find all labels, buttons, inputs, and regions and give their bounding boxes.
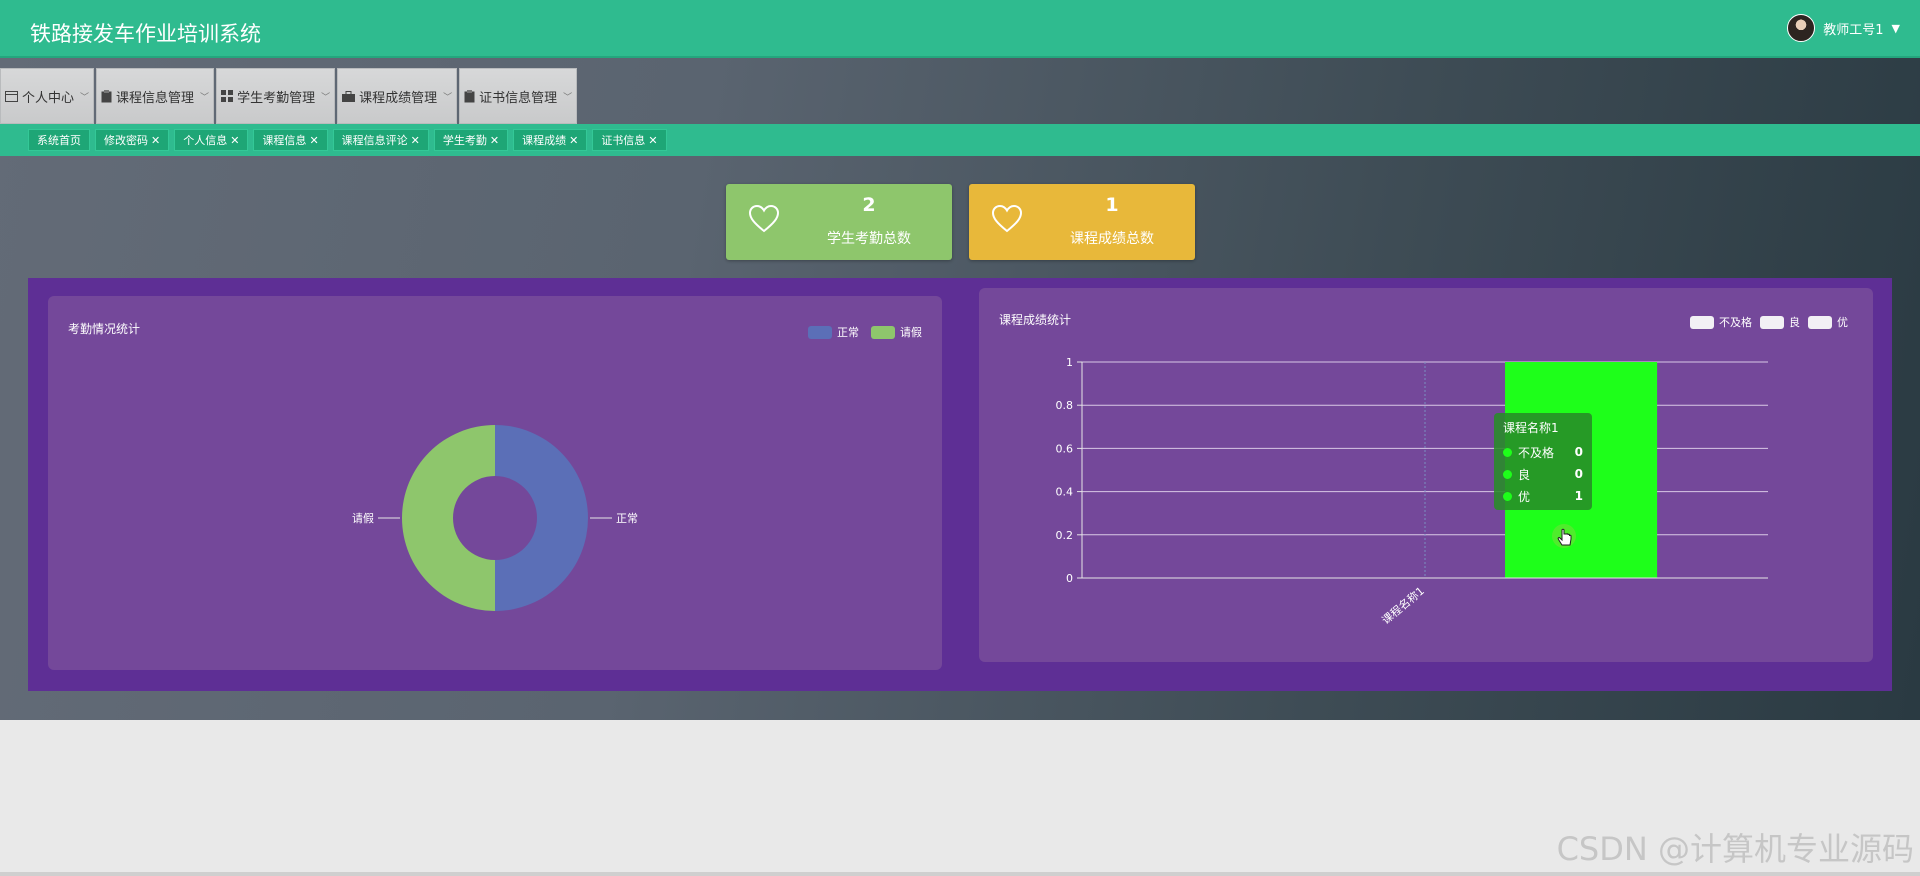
legend-item[interactable]: 请假 — [871, 324, 922, 340]
legend-item[interactable]: 不及格 — [1690, 314, 1752, 330]
app-title: 铁路接发车作业培训系统 — [30, 22, 261, 46]
tooltip-value: 1 — [1574, 489, 1583, 503]
caret-down-icon[interactable]: ▼ — [1892, 22, 1900, 35]
tab-label: 个人信息 — [183, 134, 228, 147]
stat-card-attendance[interactable]: 2 学生考勤总数 — [726, 184, 952, 260]
briefcase-icon — [342, 90, 356, 102]
legend-item[interactable]: 良 — [1760, 314, 1800, 330]
tab-label: 修改密码 — [104, 134, 148, 147]
tooltip-row: 优1 — [1503, 485, 1583, 507]
chevron-down-icon: ﹀ — [443, 92, 453, 103]
legend-label: 良 — [1789, 316, 1800, 329]
attendance-chart-panel — [48, 296, 942, 670]
tooltip-row: 不及格 0 — [1503, 441, 1583, 463]
attendance-legend: 正常 请假 — [808, 324, 922, 340]
legend-item[interactable]: 优 — [1808, 314, 1848, 330]
watermark: CSDN @计算机专业源码 — [1556, 830, 1914, 868]
heart-icon — [748, 204, 780, 233]
menu-personal-center[interactable]: 个人中心 ﹀ — [0, 68, 95, 124]
tab-bar: 系统首页 修改密码 ✕ 个人信息 ✕ 课程信息 ✕ 课程信息评论 ✕ 学生考勤 ✕ 课程成… — [0, 124, 1920, 156]
chevron-down-icon: ﹀ — [200, 92, 210, 103]
tooltip-series-name: 良 — [1518, 467, 1531, 482]
calendar-icon — [5, 91, 18, 102]
tab-course-comments[interactable]: 课程信息评论 ✕ — [332, 129, 429, 151]
close-icon[interactable]: ✕ — [411, 134, 420, 147]
tooltip-value: 0 — [1574, 445, 1583, 459]
tab-personal-info[interactable]: 个人信息 ✕ — [174, 129, 249, 151]
chevron-down-icon: ﹀ — [321, 92, 331, 103]
menu-label: 学生考勤管理 — [237, 90, 316, 106]
chevron-down-icon: ﹀ — [80, 92, 90, 103]
clipboard-icon — [464, 89, 475, 102]
close-icon[interactable]: ✕ — [230, 134, 239, 147]
menu-attendance[interactable]: 学生考勤管理 ﹀ — [216, 68, 336, 124]
legend-swatch — [871, 325, 895, 339]
tooltip-series-name: 不及格 — [1518, 445, 1555, 460]
menu-label: 课程成绩管理 — [359, 90, 438, 106]
series-dot — [1503, 491, 1512, 501]
menu-label: 课程信息管理 — [116, 90, 195, 106]
close-icon[interactable]: ✕ — [151, 134, 160, 147]
grades-legend: 不及格 良 优 — [1690, 314, 1848, 330]
legend-swatch — [1760, 315, 1784, 329]
menu-label: 个人中心 — [22, 90, 75, 106]
stat-label: 学生考勤总数 — [827, 231, 911, 247]
menu-certificates[interactable]: 证书信息管理 ﹀ — [459, 68, 578, 124]
grades-chart-panel — [979, 288, 1873, 662]
tab-label: 课程信息评论 — [341, 134, 408, 147]
tab-attendance[interactable]: 学生考勤 ✕ — [433, 129, 509, 151]
chevron-down-icon: ﹀ — [563, 92, 573, 103]
close-icon[interactable]: ✕ — [309, 134, 318, 147]
avatar[interactable] — [1787, 14, 1816, 42]
tooltip-row: 良0 — [1503, 463, 1583, 485]
top-header: 铁路接发车作业培训系统 教师工号1 ▼ — [0, 0, 1920, 58]
main-menu: 个人中心 ﹀ 课程信息管理 ﹀ 学生考勤管理 ﹀ 课程成绩管理 ﹀ 证书信息管理… — [0, 68, 579, 124]
hand-cursor-icon — [1552, 524, 1576, 548]
clipboard-icon — [101, 89, 112, 102]
chart-tooltip: 课程名称1 不及格 0 良0 优1 — [1494, 413, 1592, 510]
tab-course-info[interactable]: 课程信息 ✕ — [253, 129, 328, 151]
stat-value: 2 — [862, 194, 876, 216]
grades-chart-title: 课程成绩统计 — [999, 313, 1072, 327]
series-dot — [1503, 447, 1512, 457]
user-name[interactable]: 教师工号1 — [1823, 19, 1883, 38]
legend-label: 不及格 — [1719, 316, 1752, 329]
tab-certificates[interactable]: 证书信息 ✕ — [592, 129, 667, 151]
tooltip-series-name: 优 — [1518, 489, 1531, 504]
menu-label: 证书信息管理 — [479, 90, 558, 106]
close-icon[interactable]: ✕ — [648, 134, 657, 147]
user-menu[interactable]: 教师工号1 ▼ — [1787, 14, 1900, 42]
close-icon[interactable]: ✕ — [569, 134, 578, 147]
stat-label: 课程成绩总数 — [1070, 231, 1154, 247]
legend-item[interactable]: 正常 — [808, 324, 859, 340]
heart-icon — [991, 204, 1023, 233]
legend-swatch — [808, 325, 832, 339]
tab-home[interactable]: 系统首页 — [28, 129, 90, 151]
stat-value: 1 — [1105, 194, 1119, 216]
tab-grades[interactable]: 课程成绩 ✕ — [513, 129, 588, 151]
menu-grades[interactable]: 课程成绩管理 ﹀ — [337, 68, 458, 124]
legend-label: 正常 — [837, 326, 859, 339]
tab-label: 课程信息 — [262, 134, 307, 147]
legend-swatch — [1808, 315, 1832, 329]
tab-change-password[interactable]: 修改密码 ✕ — [95, 129, 170, 151]
legend-label: 请假 — [900, 326, 922, 339]
tooltip-value: 0 — [1574, 467, 1583, 481]
bottom-divider — [0, 872, 1920, 876]
tab-label: 系统首页 — [37, 134, 81, 147]
tab-label: 课程成绩 — [522, 134, 567, 147]
grid-icon — [221, 90, 234, 102]
close-icon[interactable]: ✕ — [490, 134, 499, 147]
stat-card-grades[interactable]: 1 课程成绩总数 — [969, 184, 1195, 260]
legend-swatch — [1690, 315, 1714, 329]
attendance-chart-title: 考勤情况统计 — [68, 322, 141, 336]
series-dot — [1503, 469, 1512, 479]
tab-label: 证书信息 — [601, 134, 646, 147]
tooltip-title: 课程名称1 — [1503, 421, 1559, 435]
legend-label: 优 — [1837, 316, 1848, 329]
tab-label: 学生考勤 — [442, 134, 487, 147]
menu-course-info[interactable]: 课程信息管理 ﹀ — [96, 68, 215, 124]
